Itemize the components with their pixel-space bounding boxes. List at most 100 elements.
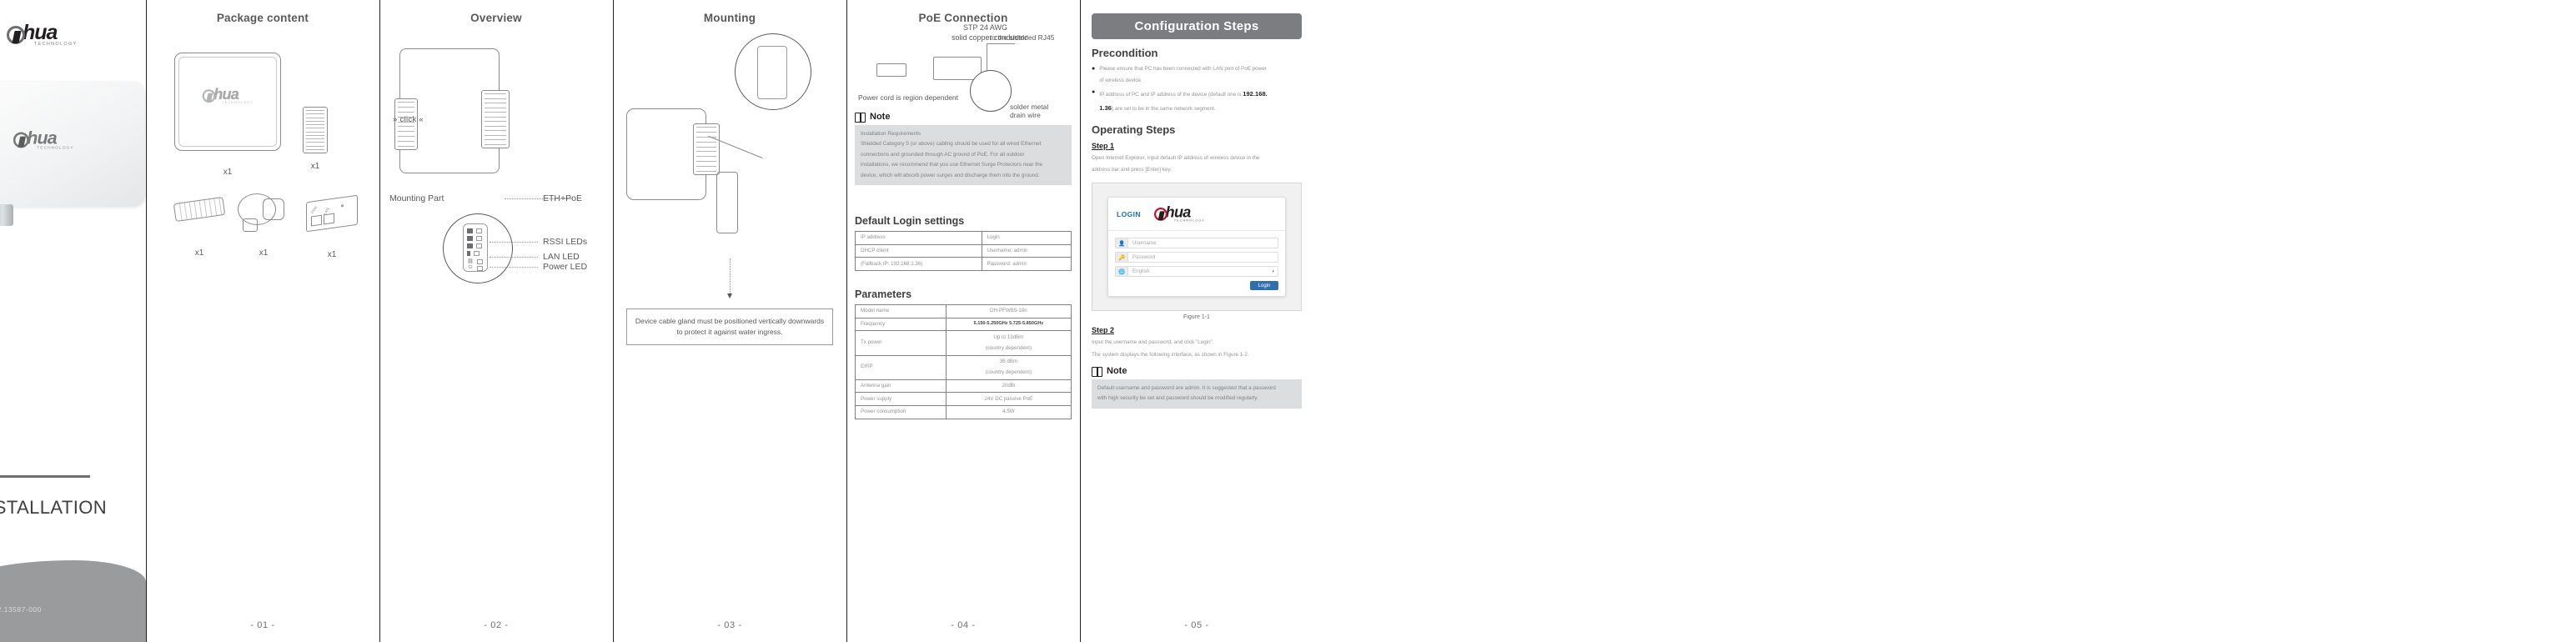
leader-line-lan <box>490 257 538 258</box>
package-content-panel: Package content hua TECHNOLOGY x1 x1 x1 … <box>146 0 379 642</box>
cover-rule <box>0 475 90 478</box>
param-value: 36 dBm <box>999 358 1018 364</box>
precondition-bullet-2: ● IP address of PC and IP address of the… <box>1092 87 1302 115</box>
login-screenshot: LOGIN hua TECHNOLOGY 👤 Username 🔑 Passwo… <box>1092 182 1302 312</box>
overview-panel: Overview » click « Mounting Part ETH+PoE <box>379 0 613 642</box>
package-item-strap: x1 <box>173 196 226 258</box>
language-value: English <box>1132 268 1150 275</box>
label-power-cord-region: Power cord is region dependent <box>858 93 959 102</box>
table-row: Model name DH-PFWB5-10n <box>855 304 1072 318</box>
param-value: 4.5W <box>945 405 1072 419</box>
globe-icon: 🌐 <box>1116 267 1128 277</box>
param-label: Power consumption <box>855 405 947 419</box>
device-photo: hua TECHNOLOGY <box>0 82 145 207</box>
brand-wordmark: hua <box>213 85 239 103</box>
step-1-line2: address bar and press [Enter] key. <box>1092 166 1172 173</box>
brand-wordmark: hua <box>23 21 58 44</box>
package-item-poe-injector: POE LAN x1 <box>306 194 358 259</box>
cell-password: Password: admin <box>981 257 1072 272</box>
cell-username: Username: admin <box>981 243 1072 258</box>
login-card-header: LOGIN hua TECHNOLOGY <box>1108 198 1285 232</box>
mounting-drop-line <box>730 258 731 297</box>
leader-line-rssi <box>490 242 538 243</box>
lan-glyph-icon: ⛓ <box>467 259 474 264</box>
label-solder-line1: solder metal <box>1010 103 1049 111</box>
step-2-body: Input the username and password, and cli… <box>1092 337 1302 360</box>
mounting-screw-arrow <box>706 135 765 159</box>
click-label: » click « <box>393 115 424 124</box>
page-number: - 03 - <box>717 620 742 630</box>
led-panel: ⛓ ⏻ <box>463 223 488 272</box>
dahua-oval-icon <box>202 89 216 103</box>
callout-eth-poe: ETH+PoE <box>543 193 582 203</box>
parameters-block: Parameters Model name DH-PFWB5-10n Frequ… <box>855 282 1072 419</box>
precondition-ip-prefix: 192.168. <box>1243 90 1268 98</box>
overview-bracket <box>394 98 418 150</box>
qty-label: x1 <box>259 248 269 258</box>
package-item-main-unit: hua TECHNOLOGY x1 <box>174 53 281 177</box>
configuration-steps-title: Configuration Steps <box>1092 13 1302 39</box>
note-heading: Note <box>855 112 1072 123</box>
table-row: Power supply 24V DC passive PoE <box>855 392 1072 407</box>
param-value: 5.150-5.250GHz 5.725-5.850GHz <box>945 317 1072 332</box>
param-label: Antenna gain <box>855 379 947 394</box>
label-stp-awg-line1: STP 24 AWG <box>963 23 1008 32</box>
param-label: Frequency <box>855 317 947 332</box>
login-card: LOGIN hua TECHNOLOGY 👤 Username 🔑 Passwo… <box>1107 196 1286 298</box>
user-icon: 👤 <box>1116 238 1128 248</box>
precondition-bullet-1: ● Please ensure that PC has been connect… <box>1092 63 1302 87</box>
brand-subtitle: TECHNOLOGY <box>222 100 254 104</box>
username-placeholder: Username <box>1132 240 1157 247</box>
cover-part-number: 1.51.32.13587-000 <box>0 605 42 614</box>
dahua-oval-icon <box>1153 207 1167 221</box>
panel-title-overview: Overview <box>470 12 522 24</box>
callout-rssi-leds: RSSI LEDs <box>543 237 588 247</box>
table-row: Antenna gain 20dBi <box>855 379 1072 394</box>
table-row: Frequency 5.150-5.250GHz 5.725-5.850GHz <box>855 317 1072 332</box>
parameters-table: Model name DH-PFWB5-10n Frequency 5.150-… <box>855 304 1072 419</box>
poe-connection-panel: PoE Connection STP 24 AWG solid copper c… <box>846 0 1080 642</box>
param-label: Power supply <box>855 392 947 407</box>
note-line: installations, we recommend that you use… <box>861 162 1043 168</box>
precondition-b2-line1: IP address of PC and IP address of the d… <box>1099 92 1243 98</box>
cell-login: Login <box>981 231 1072 245</box>
password-field[interactable]: 🔑 Password <box>1115 252 1278 263</box>
cover-title: INSTALLATION <box>0 497 108 518</box>
cover-panel: hua TECHNOLOGY hua TECHNOLOGY INSTALLATI… <box>0 0 146 642</box>
page-number: - 01 - <box>250 620 275 630</box>
step-1-line1: Open Internet Explorer, input default IP… <box>1092 154 1260 161</box>
cell-ip-address: IP address <box>855 231 982 245</box>
brand-wordmark: hua <box>27 128 58 148</box>
param-label: Model name <box>855 304 947 318</box>
mounting-panel: Mounting Device cable gland must be posi… <box>613 0 846 642</box>
mounting-caption-line2: to protect it against water ingress. <box>676 328 783 337</box>
panel-title-package: Package content <box>216 12 309 24</box>
login-dahua-logo: hua TECHNOLOGY <box>1153 203 1225 226</box>
key-icon: 🔑 <box>1116 253 1128 263</box>
qty-label: x1 <box>223 168 233 177</box>
note-heading-text: Note <box>870 112 891 122</box>
username-field[interactable]: 👤 Username <box>1115 238 1278 249</box>
device-photo-logo: hua TECHNOLOGY <box>13 128 74 150</box>
qty-label: x1 <box>327 250 337 259</box>
power-glyph-icon: ⏻ <box>468 265 473 270</box>
default-login-heading: Default Login settings <box>855 215 965 227</box>
step-2-line1: Input the username and password, and cli… <box>1092 339 1214 346</box>
precondition-b1-line2: of wireless device. <box>1099 78 1142 84</box>
leader-line-power <box>490 267 538 268</box>
dahua-oval-icon <box>7 25 25 44</box>
mounting-heatsink <box>693 123 720 175</box>
callout-lan-led: LAN LED <box>543 252 580 262</box>
cell-fallback-ip: (Fallback IP: 192.168.1.36) <box>855 257 982 272</box>
note-line: Installation Requirements <box>861 131 921 137</box>
brand-subtitle: TECHNOLOGY <box>1173 218 1205 223</box>
language-select[interactable]: 🌐 English ▾ <box>1115 266 1278 278</box>
page-number: - 04 - <box>951 620 976 630</box>
param-value-note: (country dependent) <box>985 345 1032 352</box>
cell-dhcp-client: DHCP client <box>855 243 982 258</box>
param-value: 20dBi <box>945 379 1072 394</box>
note-line: with high security be set and password s… <box>1097 395 1258 402</box>
login-button[interactable]: Login <box>1250 281 1278 291</box>
package-item-bracket: x1 <box>303 107 328 171</box>
mounting-caption-line1: Device cable gland must be positioned ve… <box>635 317 825 325</box>
